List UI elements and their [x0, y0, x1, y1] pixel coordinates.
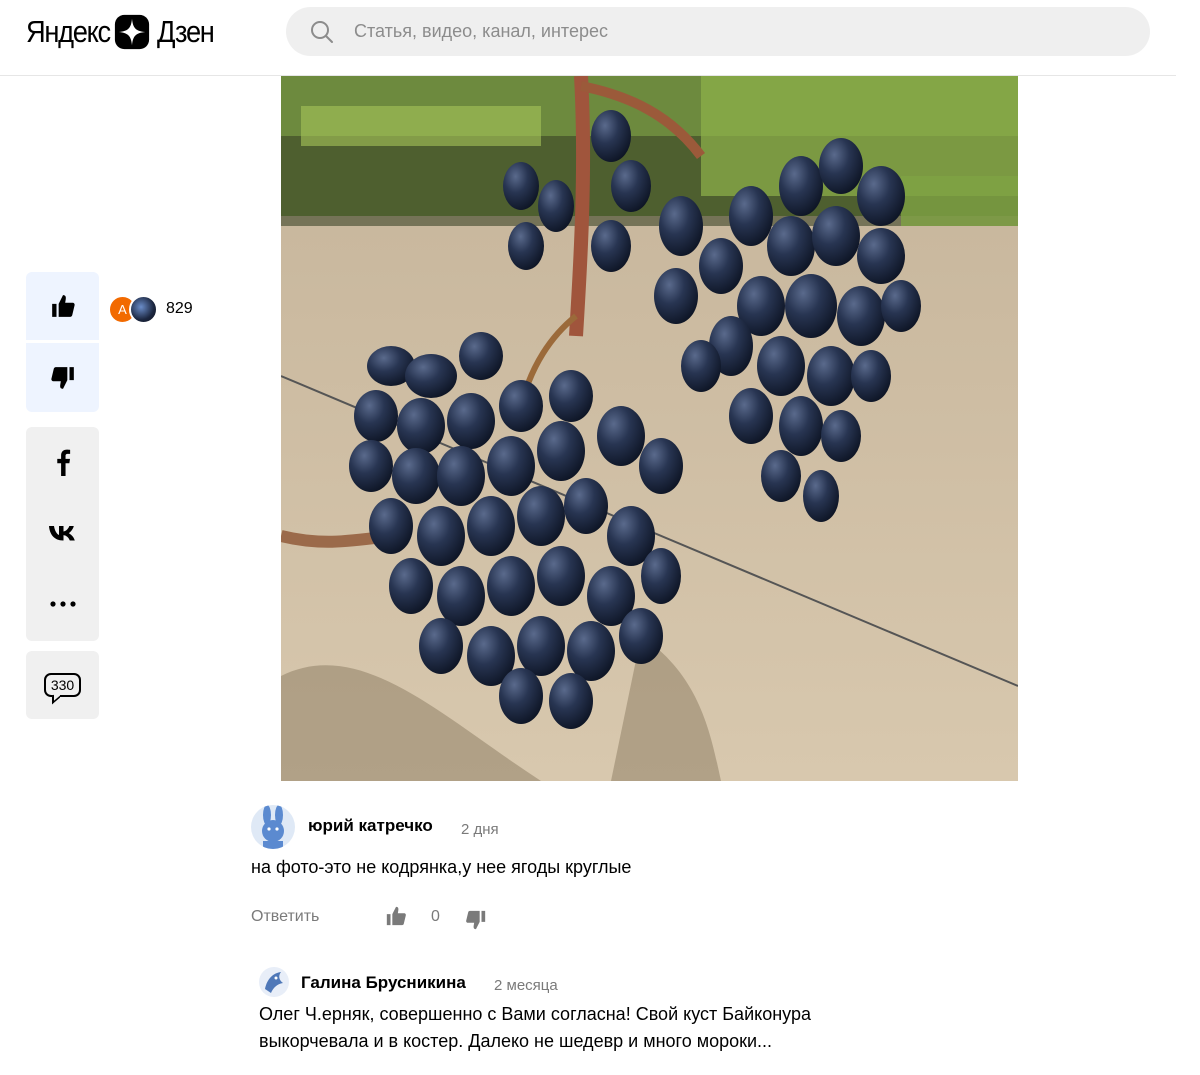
- liker-initial: А: [118, 301, 127, 317]
- comment-1: юрий катречко 2 дня на фото-это не кодря…: [251, 805, 1011, 935]
- comment-rating: 0: [431, 908, 440, 925]
- commenter-avatar[interactable]: [251, 805, 295, 849]
- comments-button[interactable]: 330: [26, 651, 99, 719]
- facebook-icon: [56, 449, 70, 476]
- reply-button[interactable]: Ответить: [251, 908, 319, 926]
- comment-date: 2 дня: [461, 821, 499, 838]
- more-icon: [49, 601, 76, 607]
- comment-date: 2 месяца: [494, 977, 558, 994]
- share-panel: [26, 427, 99, 641]
- search-input[interactable]: [354, 7, 1114, 56]
- likers-summary[interactable]: А 829: [108, 294, 193, 324]
- dislike-button[interactable]: [26, 343, 99, 412]
- search-icon: [311, 21, 333, 43]
- bird-avatar-icon: [265, 972, 283, 993]
- search-bar[interactable]: [286, 7, 1150, 56]
- comment-text: на фото-это не кодрянка,у нее ягоды круг…: [251, 857, 632, 877]
- rabbit-avatar-icon: [262, 805, 284, 849]
- top-header: Яндекс Дзен: [0, 0, 1176, 76]
- share-facebook-button[interactable]: [26, 427, 99, 497]
- comment-author[interactable]: Галина Брусникина: [301, 973, 466, 993]
- vk-icon: [48, 526, 75, 541]
- comment-text: Олег Ч.ерняк, совершенно с Вами согласна…: [259, 1004, 811, 1051]
- more-button[interactable]: [26, 569, 99, 639]
- comment-dislike-icon[interactable]: [465, 909, 487, 931]
- logo-text-zen: Дзен: [157, 14, 215, 49]
- comment-2: Галина Брусникина 2 месяца Олег Ч.ерняк,…: [259, 967, 899, 1067]
- commenter-avatar[interactable]: [259, 967, 289, 997]
- likes-count: 829: [166, 300, 193, 317]
- logo-text-yandex: Яндекс: [26, 14, 111, 49]
- share-vk-button[interactable]: [26, 498, 99, 568]
- grapes-photo: [281, 76, 1018, 781]
- yandex-zen-logo[interactable]: Яндекс Дзен: [26, 14, 222, 50]
- thumb-up-icon: [51, 295, 75, 317]
- comments-count: 330: [43, 673, 82, 697]
- comment-like-icon[interactable]: [385, 905, 407, 927]
- thumb-down-icon: [50, 366, 74, 389]
- liker-avatar: [129, 294, 158, 324]
- like-button[interactable]: [26, 272, 99, 340]
- comment-author[interactable]: юрий катречко: [308, 816, 433, 836]
- zen-star-icon: [115, 14, 150, 50]
- article-photo: [281, 76, 1018, 781]
